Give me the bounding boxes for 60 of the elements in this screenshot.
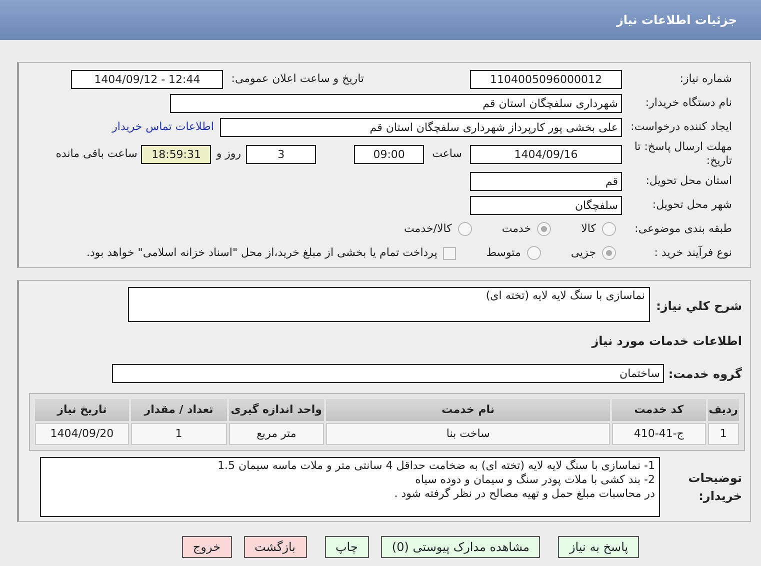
option-label: کالا xyxy=(581,220,596,237)
action-button[interactable]: پاسخ به نیاز xyxy=(558,536,640,558)
field-label: توضیحات خریدار: xyxy=(687,470,743,505)
action-button[interactable]: خروج xyxy=(182,536,232,558)
deadline-date-field[interactable]: 1404/09/16 xyxy=(470,144,622,164)
field-label: ساعت باقی مانده xyxy=(56,146,138,162)
need-number-field[interactable]: 1104005096000012 xyxy=(470,70,622,88)
creator-field[interactable]: علی بخشی پور کارپرداز شهرداری سلفچگان استان قم xyxy=(220,118,622,136)
field-label: ساعت xyxy=(432,146,462,162)
column-header: واحد اندازه گیری xyxy=(228,399,324,421)
field-label: روز و xyxy=(216,146,242,162)
option-label: خدمت xyxy=(502,220,532,237)
page-title: جزئیات اطلاعات نیاز xyxy=(616,12,737,29)
action-button[interactable]: چاپ xyxy=(324,536,369,558)
buyer-notes-field[interactable]: 1- نماسازی با سنگ لایه لایه (تخته ای) به ضخامت حداقل 4 سانتی متر و ملات ماسه سیمان 1.5 2- بند کشی با ملات پودر سنگ و سیمان و دوده سیاه در محاسبات مبلغ حمل و تهیه مصالح در نظر گرفته شود . xyxy=(40,457,660,517)
table-cell: 1 xyxy=(708,423,739,445)
column-header: تاریخ نیاز xyxy=(35,399,129,421)
field-label: مهلت ارسال پاسخ: تا تاریخ: xyxy=(633,140,733,168)
column-header: ردیف xyxy=(708,399,739,421)
radio-button[interactable] xyxy=(458,222,472,236)
deadline-time-field[interactable]: 09:00 xyxy=(354,144,424,164)
field-label: شماره نیاز: xyxy=(678,72,733,86)
radio-button[interactable] xyxy=(602,222,616,236)
field-label: ایجاد کننده درخواست: xyxy=(630,120,733,134)
field-label: شهر محل تحویل: xyxy=(651,198,733,212)
city-field[interactable]: سلفچگان xyxy=(470,196,622,214)
field-label: تاریخ و ساعت اعلان عمومی: xyxy=(231,70,364,87)
service-group-field[interactable]: ساختمان xyxy=(112,364,664,383)
checkbox[interactable] xyxy=(443,246,456,260)
table-cell: ساخت بنا xyxy=(326,423,610,445)
table-cell: متر مربع xyxy=(228,423,324,445)
field-label: گروه خدمت: xyxy=(667,366,743,382)
table-cell: 1404/09/20 xyxy=(35,423,129,445)
field-label: طبقه بندی موضوعی: xyxy=(634,222,733,236)
column-header: کد خدمت xyxy=(612,399,706,421)
field-label: نوع فرآیند خرید : xyxy=(653,246,733,260)
option-label: جزیی xyxy=(570,244,596,261)
action-button[interactable]: مشاهده مدارک پیوستی (0) xyxy=(380,536,540,558)
province-field[interactable]: قم xyxy=(470,172,622,190)
table-cell: 1 xyxy=(130,423,227,445)
buyer-name-field[interactable]: شهرداری سلفچگان استان قم xyxy=(170,94,622,112)
announce-date-field[interactable]: 1404/09/12 - 12:44 xyxy=(71,70,224,88)
contact-link[interactable]: اطلاعات تماس خریدار xyxy=(112,118,214,136)
days-field[interactable]: 3 xyxy=(246,144,316,164)
option-label: کالا/خدمت xyxy=(404,220,452,237)
field-label: شرح کلي نياز: xyxy=(655,298,743,315)
radio-button[interactable] xyxy=(602,246,616,260)
field-label: استان محل تحویل: xyxy=(644,174,733,188)
radio-button[interactable] xyxy=(526,246,541,260)
remaining-time-field: 18:59:31 xyxy=(141,144,212,164)
radio-button[interactable] xyxy=(537,222,552,236)
description-field[interactable]: نماسازی با سنگ لایه لایه (تخته ای) xyxy=(128,287,650,322)
option-label: متوسط xyxy=(486,244,521,261)
column-header: نام خدمت xyxy=(326,399,610,421)
action-button[interactable]: بازگشت xyxy=(244,536,306,558)
field-label: نام دستگاه خریدار: xyxy=(644,96,733,110)
column-header: تعداد / مقدار xyxy=(130,399,227,421)
table-cell: ج-41-410 xyxy=(612,423,706,445)
section-title: اطلاعات خدمات مورد نیاز xyxy=(592,333,743,350)
payment-note: پرداخت تمام یا بخشی از مبلغ خرید،از محل "اسناد خزانه اسلامی" خواهد بود. xyxy=(86,244,438,261)
